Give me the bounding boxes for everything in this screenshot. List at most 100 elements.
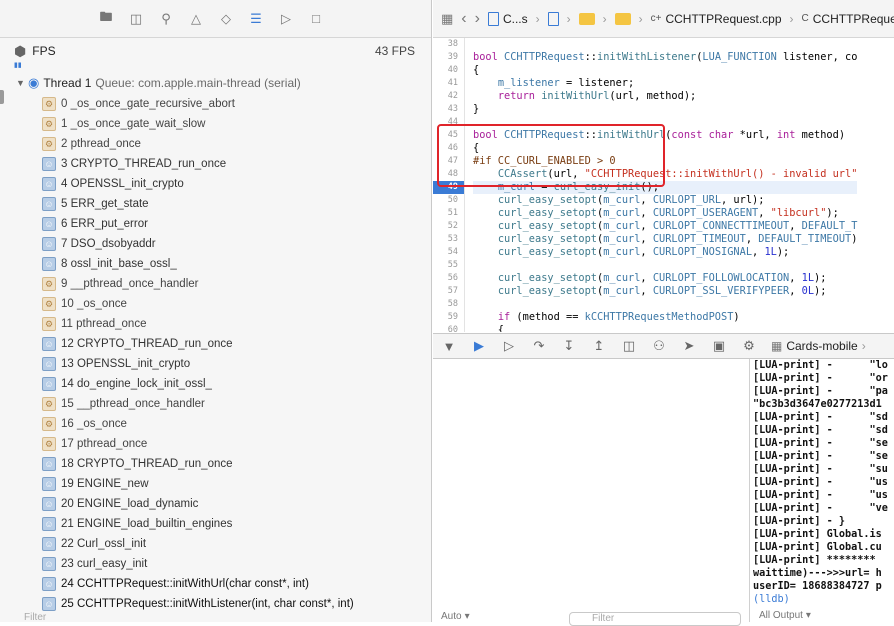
stack-frame-row[interactable]: ☺ 6 ERR_put_error	[0, 214, 431, 234]
stack-frame-label: 22 Curl_ossl_init	[61, 538, 147, 550]
system-frame-icon: ⚙	[42, 277, 56, 291]
view-hierarchy-icon[interactable]: ◫	[621, 338, 637, 354]
search-icon[interactable]: ⚲	[158, 11, 174, 27]
stack-frame-row[interactable]: ☺ 5 ERR_get_state	[0, 194, 431, 214]
system-frame-icon: ⚙	[42, 317, 56, 331]
line-number[interactable]: 50	[433, 194, 464, 207]
location-icon[interactable]: ➤	[681, 338, 697, 354]
fps-row[interactable]: ⬢ FPS 43 FPS	[0, 40, 431, 62]
line-number[interactable]: 58	[433, 298, 464, 311]
variables-view[interactable]	[433, 359, 750, 622]
report-icon[interactable]: □	[308, 11, 324, 27]
line-number[interactable]: 38	[433, 38, 464, 51]
line-number[interactable]: 54	[433, 246, 464, 259]
breadcrumb-file[interactable]: c+ CCHTTPRequest.cpp	[651, 12, 782, 26]
stack-frame-row[interactable]: ☺ 8 ossl_init_base_ossl_	[0, 254, 431, 274]
lldb-prompt[interactable]: (lldb)	[753, 593, 894, 606]
stack-frame-row[interactable]: ⚙ 0 _os_once_gate_recursive_abort	[0, 94, 431, 114]
breadcrumb-project[interactable]: C...s	[487, 11, 528, 26]
stack-frame-row[interactable]: ⚙ 17 pthread_once	[0, 434, 431, 454]
folder-icon[interactable]: 🖿	[98, 9, 114, 27]
stack-frame-row[interactable]: ⚙ 9 __pthread_once_handler	[0, 274, 431, 294]
class-icon: C	[801, 13, 809, 24]
line-number[interactable]: 39	[433, 51, 464, 64]
code-line: }	[473, 103, 480, 115]
navigator-edge-handle[interactable]	[0, 90, 4, 104]
line-number[interactable]: 55	[433, 259, 464, 272]
line-number[interactable]: 57	[433, 285, 464, 298]
jump-bar: ▦ ‹ › C...s › › › › c+ CCHTTPRequest.cpp …	[433, 0, 894, 38]
stack-frame-label: 2 pthread_once	[61, 138, 141, 150]
line-number[interactable]: 51	[433, 207, 464, 220]
stack-frame-row[interactable]: ☺ 20 ENGINE_load_dynamic	[0, 494, 431, 514]
stack-frame-list: ⚙ 0 _os_once_gate_recursive_abort ⚙ 1 _os_o…	[0, 94, 431, 614]
disclosure-triangle-icon[interactable]: ▼	[16, 78, 28, 88]
stack-frame-row[interactable]: ☺ 18 CRYPTO_THREAD_run_once	[0, 454, 431, 474]
stack-frame-row[interactable]: ☺ 25 CCHTTPRequest::initWithListener(int,…	[0, 594, 431, 614]
stack-frame-row[interactable]: ☺ 24 CCHTTPRequest::initWithUrl(char cons…	[0, 574, 431, 594]
stack-frame-row[interactable]: ⚙ 1 _os_once_gate_wait_slow	[0, 114, 431, 134]
step-over-icon[interactable]: ↷	[531, 338, 547, 354]
line-number[interactable]: 43	[433, 103, 464, 116]
stack-frame-row[interactable]: ☺ 22 Curl_ossl_init	[0, 534, 431, 554]
stack-frame-row[interactable]: ⚙ 11 pthread_once	[0, 314, 431, 334]
stack-frame-row[interactable]: ☺ 19 ENGINE_new	[0, 474, 431, 494]
stack-frame-label: 1 _os_once_gate_wait_slow	[61, 118, 206, 130]
line-number[interactable]: 60	[433, 324, 464, 332]
line-number[interactable]: 53	[433, 233, 464, 246]
target-selector[interactable]: ▦ Cards-mobile ›	[771, 339, 866, 353]
console-line: [LUA-print] ********	[753, 555, 876, 566]
breadcrumb-folder-2[interactable]	[614, 12, 631, 25]
stack-frame-row[interactable]: ⚙ 15 __pthread_once_handler	[0, 394, 431, 414]
stack-frame-row[interactable]: ☺ 3 CRYPTO_THREAD_run_once	[0, 154, 431, 174]
console-line: [LUA-print] - "se	[753, 438, 888, 449]
breadcrumb-class[interactable]: CCCHTTPRequest	[802, 12, 894, 26]
line-number[interactable]: 40	[433, 64, 464, 77]
grid-icon[interactable]: ▦	[441, 11, 453, 27]
user-frame-icon: ☺	[42, 597, 56, 611]
back-icon[interactable]: ‹	[461, 10, 466, 27]
stack-frame-row[interactable]: ⚙ 16 _os_once	[0, 414, 431, 434]
gear-icon[interactable]: ⚙	[741, 338, 757, 354]
stack-frame-row[interactable]: ☺ 7 DSO_dsobyaddr	[0, 234, 431, 254]
breadcrumb-file-icon[interactable]	[547, 11, 559, 26]
diamond-icon[interactable]: ◇	[218, 11, 234, 27]
console-output-selector[interactable]: All Output ▾	[751, 610, 894, 622]
stack-frame-row[interactable]: ☺ 21 ENGINE_load_builtin_engines	[0, 514, 431, 534]
stack-frame-row[interactable]: ☺ 13 OPENSSL_init_crypto	[0, 354, 431, 374]
stack-frame-row[interactable]: ☺ 23 curl_easy_init	[0, 554, 431, 574]
variables-filter-input[interactable]: Filter	[569, 612, 741, 626]
console-output[interactable]: [LUA-print] - "lo [LUA-print] - "or [LUA-p…	[751, 359, 894, 622]
hierarchy-icon[interactable]: ◫	[128, 11, 144, 27]
hide-debug-area-icon[interactable]: ▼	[441, 339, 457, 354]
debug-navigator-icon[interactable]: ☰	[248, 11, 264, 27]
memory-graph-icon[interactable]: ⚇	[651, 338, 667, 354]
navigator-filter[interactable]: Filter	[8, 612, 432, 624]
stack-frame-row[interactable]: ☺ 14 do_engine_lock_init_ossl_	[0, 374, 431, 394]
line-number[interactable]: 56	[433, 272, 464, 285]
line-number[interactable]: 59	[433, 311, 464, 324]
console-line: [LUA-print] - "us	[753, 490, 888, 501]
breakpoints-toggle-icon[interactable]: ▶	[471, 338, 487, 354]
step-into-icon[interactable]: ↧	[561, 338, 577, 354]
stack-frame-row[interactable]: ☺ 12 CRYPTO_THREAD_run_once	[0, 334, 431, 354]
warning-icon[interactable]: △	[188, 11, 204, 27]
code-line: curl_easy_setopt(m_curl, CURLOPT_SSL_VER…	[497, 285, 827, 297]
breadcrumb-folder-1[interactable]	[578, 12, 595, 25]
line-number[interactable]: 52	[433, 220, 464, 233]
stack-frame-row[interactable]: ⚙ 2 pthread_once	[0, 134, 431, 154]
camera-icon[interactable]: ▣	[711, 338, 727, 354]
document-icon	[547, 11, 559, 26]
breakpoint-icon[interactable]: ▷	[278, 11, 294, 27]
thread-row[interactable]: ▼ ◉ Thread 1 Queue: com.apple.main-threa…	[0, 72, 431, 94]
step-out-icon[interactable]: ↥	[591, 338, 607, 354]
code-line: curl_easy_setopt(m_curl, CURLOPT_USERAGE…	[497, 207, 839, 219]
forward-icon[interactable]: ›	[475, 10, 480, 27]
stack-frame-row[interactable]: ☺ 4 OPENSSL_init_crypto	[0, 174, 431, 194]
stack-frame-label: 17 pthread_once	[61, 438, 148, 450]
line-number[interactable]: 42	[433, 90, 464, 103]
line-number[interactable]: 41	[433, 77, 464, 90]
continue-icon[interactable]: ▷	[501, 338, 517, 354]
stack-frame-row[interactable]: ⚙ 10 _os_once	[0, 294, 431, 314]
